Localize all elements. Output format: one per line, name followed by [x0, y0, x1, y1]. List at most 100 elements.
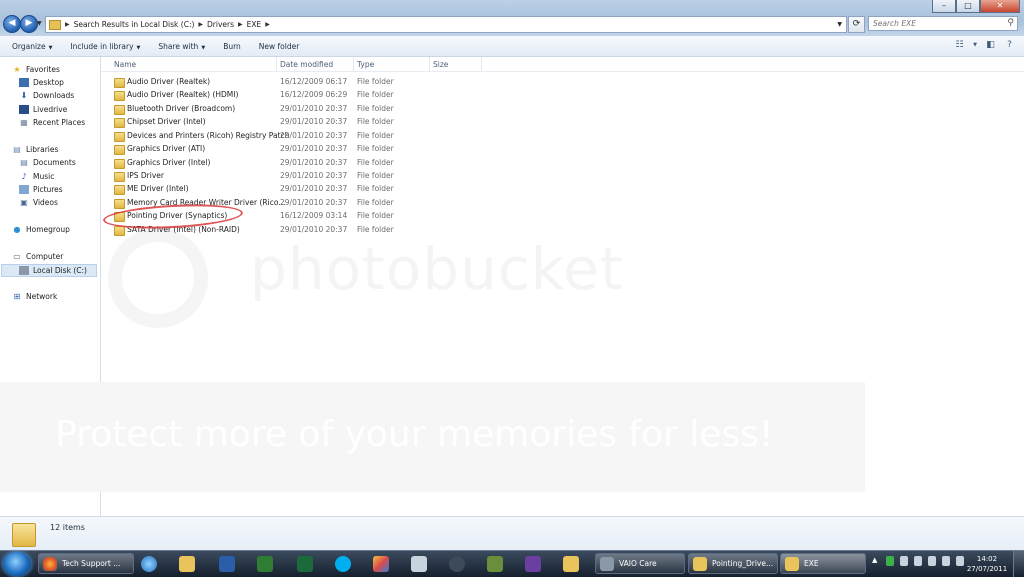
paint-button[interactable] [366, 553, 396, 574]
chevron-right-icon[interactable]: ▶ [198, 21, 203, 28]
homegroup-icon: ● [13, 225, 21, 234]
folder-app-button[interactable] [556, 553, 586, 574]
column-date-modified[interactable]: Date modified [280, 60, 333, 69]
column-size[interactable]: Size [433, 60, 448, 69]
chevron-down-icon: ▼ [48, 44, 53, 51]
organize-button[interactable]: Organize ▼ [12, 42, 52, 51]
breadcrumb-drivers[interactable]: Drivers [207, 20, 234, 29]
search-input[interactable] [869, 17, 1005, 30]
address-history-chevron-down-icon[interactable]: ▼ [837, 21, 842, 28]
file-row[interactable]: Bluetooth Driver (Broadcom) 29/01/2010 20… [101, 103, 481, 116]
skype-button[interactable] [328, 553, 358, 574]
tray-expand-icon[interactable]: ▲ [872, 556, 880, 566]
column-divider[interactable] [276, 57, 277, 71]
nav-libraries[interactable]: ▤ Libraries [12, 145, 58, 154]
include-in-library-button[interactable]: Include in library ▼ [70, 42, 140, 51]
steam-button[interactable] [442, 553, 472, 574]
close-button[interactable]: ✕ [980, 0, 1020, 13]
taskbar-item-pointing-driver[interactable]: Pointing_Drive... [688, 553, 778, 574]
minimize-button[interactable]: – [932, 0, 956, 13]
forward-button[interactable]: ▶ [20, 15, 38, 33]
nav-music[interactable]: ♪ Music [19, 172, 54, 181]
minecraft-button[interactable] [480, 553, 510, 574]
calculator-button[interactable] [404, 553, 434, 574]
folder-icon [114, 226, 125, 236]
folder-icon [49, 19, 61, 30]
nav-desktop[interactable]: Desktop [19, 78, 64, 87]
file-row[interactable]: Devices and Printers (Ricoh) Registry Pa… [101, 130, 481, 143]
burn-button[interactable]: Burn [223, 42, 241, 51]
explorer-button[interactable] [172, 553, 202, 574]
title-bar: – □ ✕ ◀ ▶ ▼ ▶ Search Results in Local Di… [0, 0, 1024, 36]
search-box[interactable]: ⚲ [868, 16, 1018, 31]
nav-computer[interactable]: ▭ Computer [12, 252, 63, 261]
clock[interactable]: 14:02 27/07/2011 [962, 554, 1012, 574]
computer-icon: ▭ [13, 252, 21, 261]
taskbar-item-tech-support[interactable]: Tech Support ... [38, 553, 134, 574]
new-folder-button[interactable]: New folder [259, 42, 300, 51]
steam-icon [449, 555, 465, 572]
chevron-right-icon[interactable]: ▶ [65, 21, 70, 28]
back-button[interactable]: ◀ [3, 15, 21, 33]
pictures-icon [19, 185, 29, 194]
nav-pictures[interactable]: Pictures [19, 185, 63, 194]
media-button[interactable] [518, 553, 548, 574]
nav-documents[interactable]: ▤ Documents [19, 158, 76, 167]
preview-pane-icon[interactable]: ◧ [984, 40, 997, 51]
nav-livedrive[interactable]: Livedrive [19, 105, 67, 114]
start-button[interactable] [3, 552, 31, 576]
word-button[interactable] [212, 553, 242, 574]
folder-icon [114, 159, 125, 169]
recent-pages-chevron-icon[interactable]: ▼ [37, 20, 42, 27]
itunes-button[interactable] [134, 553, 164, 574]
nav-network[interactable]: ⊞ Network [12, 292, 58, 301]
file-row[interactable]: Audio Driver (Realtek) 16/12/2009 06:17 Fi… [101, 76, 481, 89]
file-row[interactable]: Graphics Driver (Intel) 29/01/2010 20:37 F… [101, 157, 481, 170]
network-status-icon[interactable] [942, 556, 950, 566]
share-with-button[interactable]: Share with ▼ [158, 42, 205, 51]
desktop-icon [19, 78, 29, 87]
column-name[interactable]: Name [114, 60, 136, 69]
column-divider[interactable] [429, 57, 430, 71]
taskbar-item-exe[interactable]: EXE [780, 553, 866, 574]
clock-date: 27/07/2011 [966, 565, 1008, 573]
search-icon[interactable]: ⚲ [1007, 18, 1014, 28]
file-row[interactable]: ME Driver (Intel) 29/01/2010 20:37 File fo… [101, 183, 481, 196]
show-desktop-button[interactable] [1013, 551, 1024, 577]
column-divider[interactable] [353, 57, 354, 71]
nav-downloads[interactable]: ⬇ Downloads [19, 91, 75, 100]
refresh-button[interactable]: ⟳ [848, 16, 865, 33]
file-row[interactable]: Chipset Driver (Intel) 29/01/2010 20:37 Fi… [101, 116, 481, 129]
folder-icon [785, 556, 799, 571]
maximize-button[interactable]: □ [956, 0, 980, 13]
nav-videos[interactable]: ▣ Videos [19, 198, 58, 207]
column-divider[interactable] [481, 57, 482, 71]
app-button[interactable] [290, 553, 320, 574]
chevron-down-icon[interactable]: ▼ [972, 40, 978, 51]
file-row[interactable]: IPS Driver 29/01/2010 20:37 File folder [101, 170, 481, 183]
nav-favorites[interactable]: ★ Favorites [12, 65, 59, 74]
address-bar[interactable]: ▶ Search Results in Local Disk (C:) ▶ Dr… [45, 16, 847, 33]
help-icon[interactable]: ? [1003, 40, 1016, 51]
folder-icon [563, 555, 579, 572]
file-row[interactable]: Audio Driver (Realtek) (HDMI) 16/12/2009 … [101, 89, 481, 102]
nav-recent-places[interactable]: ▦ Recent Places [19, 118, 85, 127]
tray-app-icon[interactable] [886, 556, 894, 566]
taskbar-item-vaio-care[interactable]: VAIO Care [595, 553, 685, 574]
nav-local-disk[interactable]: Local Disk (C:) [1, 264, 97, 277]
chevron-right-icon[interactable]: ▶ [265, 21, 270, 28]
word-icon [219, 555, 235, 572]
breadcrumb-exe[interactable]: EXE [247, 20, 262, 29]
file-row[interactable]: Graphics Driver (ATI) 29/01/2010 20:37 Fil… [101, 143, 481, 156]
tray-app-icon[interactable] [928, 556, 936, 566]
window-controls: – □ ✕ [932, 0, 1020, 13]
nav-homegroup[interactable]: ● Homegroup [12, 225, 70, 234]
excel-button[interactable] [250, 553, 280, 574]
breadcrumb-search-results[interactable]: Search Results in Local Disk (C:) [74, 20, 195, 29]
folder-icon [693, 556, 707, 571]
tray-app-icon[interactable] [900, 556, 908, 566]
tray-app-icon[interactable] [914, 556, 922, 566]
chevron-right-icon[interactable]: ▶ [238, 21, 243, 28]
view-options-icon[interactable]: ☷ [953, 40, 966, 51]
column-type[interactable]: Type [357, 60, 374, 69]
